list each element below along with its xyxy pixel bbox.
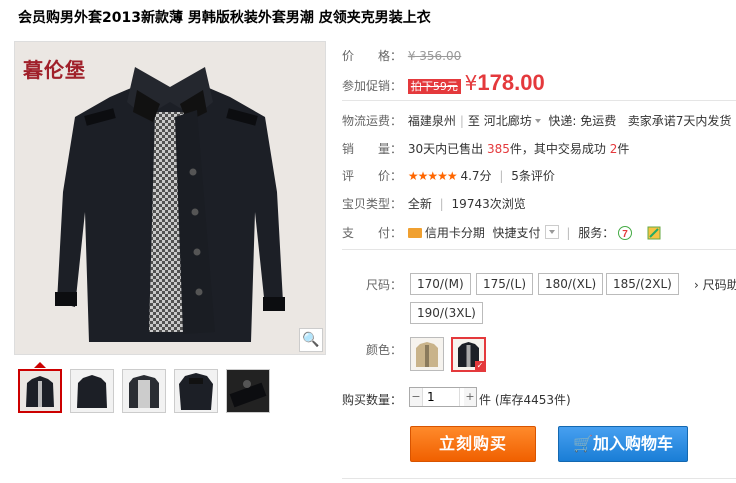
dropdown-icon [544, 225, 559, 239]
thumbnail-pointer-icon [34, 362, 46, 368]
promo-label: 参加促销： [342, 79, 403, 93]
jacket-thumbnail-icon [20, 371, 60, 411]
add-to-cart-label: 加入购物车 [592, 434, 673, 453]
shipping-promise: 卖家承诺7天内发货 [627, 114, 732, 128]
rating-row: 评 价： ★★★★★ 4.7分 | 5条评价 [342, 169, 555, 183]
size-option-170[interactable]: 170/(M) [410, 273, 471, 295]
shipping-label: 物流运费： [342, 114, 403, 128]
jacket-thumbnail-icon [123, 370, 165, 412]
chevron-right-icon: › [694, 278, 699, 292]
sales-count: 385 [486, 142, 510, 156]
promo-price: 178.00 [477, 70, 545, 95]
jacket-thumbnail-icon [227, 370, 269, 412]
credit-installment[interactable]: 信用卡分期 [407, 226, 485, 240]
thumbnail-5[interactable] [226, 369, 270, 413]
quantity-stepper: − + [409, 387, 477, 407]
color-swatch-black[interactable]: ✓ [451, 337, 486, 372]
divider [342, 100, 736, 101]
divider [342, 249, 736, 250]
thumbnail-4[interactable] [174, 369, 218, 413]
divider [342, 478, 736, 479]
thumbnail-1[interactable] [18, 369, 62, 413]
shipping-row: 物流运费： 福建泉州 | 至 河北廊坊 快递: 免运费 卖家承诺7天内发货 [342, 114, 732, 128]
brand-logo-text: 暮伦堡 [23, 58, 86, 82]
size-option-190[interactable]: 190/(3XL) [410, 302, 483, 324]
condition-type: 全新 [407, 197, 432, 211]
service-label: 服务： [578, 226, 615, 240]
quick-pay-text: 快捷支付 [492, 226, 541, 240]
main-product-image[interactable]: 暮伦堡 🔍 [14, 41, 326, 355]
condition-row: 宝贝类型： 全新 | 19743次浏览 [342, 197, 526, 211]
size-label: 尺码： [366, 278, 403, 292]
quantity-label: 购买数量： [342, 393, 403, 407]
sales-mid: 件，其中交易成功 [509, 142, 606, 156]
sales-row: 销 量： 30天内已售出 385件，其中交易成功 2件 [342, 140, 629, 157]
price-label: 价 格： [342, 49, 403, 63]
increment-button[interactable]: + [464, 388, 476, 406]
original-price: ¥ 356.00 [407, 49, 462, 63]
product-title: 会员购男外套2013新款薄 男韩版秋装外套男潮 皮领夹克男装上衣 [18, 10, 431, 26]
view-count: 19743次浏览 [451, 197, 526, 211]
payment-row: 支 付： 信用卡分期 快捷支付 | 服务： 7 [342, 224, 661, 241]
jacket-thumbnail-icon [175, 370, 217, 412]
star-rating-icon: ★★★★★ [407, 169, 458, 183]
shipping-destination-text: 河北廊坊 [483, 114, 532, 128]
buy-now-button[interactable]: 立刻购买 [410, 426, 536, 462]
rating-label: 评 价： [342, 169, 403, 183]
thumbnail-2[interactable] [70, 369, 114, 413]
payment-label: 支 付： [342, 226, 403, 240]
size-option-180[interactable]: 180/(XL) [538, 273, 604, 295]
sales-label: 销 量： [342, 142, 403, 156]
shipping-fee: 快递: 免运费 [548, 114, 617, 128]
sales-prefix: 30天内已售出 [407, 142, 484, 156]
size-guide-text: 尺码助 [702, 278, 736, 292]
rating-score: 4.7分 [460, 169, 492, 183]
size-option-175[interactable]: 175/(L) [476, 273, 533, 295]
condition-label: 宝贝类型： [342, 197, 403, 211]
quick-pay[interactable]: 快捷支付 [492, 225, 559, 240]
magnifier-icon[interactable]: 🔍 [299, 328, 323, 352]
promo-tag: 拍下59元 [407, 79, 461, 94]
jacket-thumbnail-icon [71, 370, 113, 412]
cart-icon: 🛒 [573, 434, 593, 453]
shipping-destination[interactable]: 河北廊坊 [484, 114, 541, 128]
promo-row: 参加促销： 拍下59元 ¥178.00 [342, 70, 545, 96]
check-icon: ✓ [475, 361, 485, 371]
quantity-input[interactable] [422, 388, 460, 406]
color-label: 颜色： [366, 343, 403, 357]
add-to-cart-button[interactable]: 🛒加入购物车 [558, 426, 688, 462]
svg-text:7: 7 [622, 229, 628, 240]
sales-suffix: 件 [617, 142, 630, 156]
jacket-illustration [15, 42, 325, 354]
review-count-link[interactable]: 5条评价 [511, 169, 555, 183]
color-swatch-khaki[interactable] [410, 337, 444, 371]
chevron-down-icon [534, 119, 541, 123]
shipping-to-prefix: 至 [467, 114, 480, 128]
decrement-button[interactable]: − [410, 388, 422, 406]
stock-info: 件 (库存4453件) [479, 393, 571, 407]
shipping-from: 福建泉州 [407, 114, 456, 128]
thumbnail-3[interactable] [122, 369, 166, 413]
credit-installment-text: 信用卡分期 [424, 226, 485, 240]
seven-day-return-icon[interactable]: 7 [618, 226, 633, 240]
price-row: 价 格： ¥ 356.00 [342, 47, 461, 64]
brand-logo: 暮伦堡 [23, 54, 86, 83]
khaki-jacket-icon [411, 338, 443, 370]
guarantee-badge-icon[interactable] [647, 226, 661, 240]
credit-card-icon [407, 228, 422, 238]
size-option-185[interactable]: 185/(2XL) [606, 273, 679, 295]
currency-symbol: ¥ [464, 71, 478, 95]
size-guide-link[interactable]: › 尺码助 [694, 276, 736, 293]
